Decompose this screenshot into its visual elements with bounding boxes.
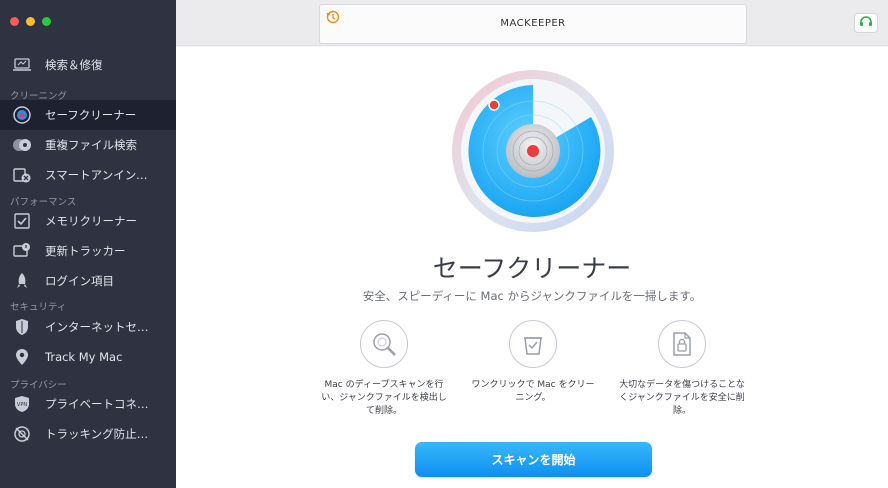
top-bar: MACKEEPER: [176, 0, 888, 46]
section-security: セキュリティ: [10, 302, 67, 313]
duplicates-icon: [12, 135, 32, 155]
sidebar-item-label: メモリクリーナー: [45, 214, 137, 228]
sidebar-item-label: スマートアンインス…: [45, 168, 157, 182]
sidebar-item-label: プライベートコネクタ: [45, 397, 157, 411]
uninstaller-icon: [12, 165, 32, 185]
update-tracker-icon: [12, 241, 32, 261]
minimize-window-button[interactable]: [26, 17, 35, 26]
feature-text: 大切なデータを傷つけることなくジャンクファイルを安全に削除。: [619, 380, 745, 416]
safe-cleaner-icon: [12, 105, 32, 125]
feature-text: ワンクリックで Mac をクリーニング。: [471, 380, 595, 403]
zoom-window-button[interactable]: [42, 17, 51, 26]
start-scan-button[interactable]: スキャンを開始: [415, 442, 652, 477]
window-controls: [10, 17, 51, 26]
memory-checklist-icon: [12, 211, 32, 231]
page-subtitle: 安全、スピーディーに Mac からジャンクファイルを一掃します。: [362, 289, 702, 303]
title-box: MACKEEPER: [319, 4, 747, 44]
feature-text: Mac のディープスキャンを行い、ジャンクファイルを検出して削除。: [321, 380, 447, 416]
feature-one-click: ワンクリックで Mac をクリーニング。: [468, 320, 598, 405]
sidebar-item-duplicates[interactable]: 重複ファイル検索: [0, 130, 176, 160]
sidebar-item-smart-uninstaller[interactable]: スマートアンインス…: [0, 160, 176, 190]
shield-icon: [12, 317, 32, 337]
sidebar-item-label: ログイン項目: [45, 274, 114, 288]
safe-cleaner-radar-icon: [451, 69, 615, 233]
sidebar-item-update-tracker[interactable]: 更新トラッカー: [0, 236, 176, 266]
sidebar-item-safe-cleaner[interactable]: セーフクリーナー: [0, 100, 176, 130]
vpn-shield-icon: VPN: [12, 394, 32, 414]
antitracking-icon: [12, 424, 32, 444]
sidebar-item-label: 検索＆修復: [45, 58, 103, 72]
sidebar-item-label: インターネットセキュ…: [45, 320, 157, 334]
page-title: セーフクリーナー: [432, 254, 632, 283]
sidebar: 検索＆修復 クリーニング セーフクリーナー 重複ファイル検索 スマートアンインス…: [0, 0, 176, 488]
sidebar-item-label: 更新トラッカー: [45, 244, 126, 258]
trash-check-icon: [509, 320, 557, 368]
svg-text:VPN: VPN: [17, 402, 27, 408]
sidebar-item-internet-security[interactable]: インターネットセキュ…: [0, 312, 176, 342]
laptop-icon: [12, 55, 32, 75]
sidebar-item-label: トラッキング防止ソフト: [45, 427, 157, 441]
main-content: セーフクリーナー 安全、スピーディーに Mac からジャンクファイルを一掃します…: [176, 47, 888, 488]
sidebar-item-track-my-mac[interactable]: Track My Mac: [0, 342, 176, 372]
sidebar-item-login-items[interactable]: ログイン項目: [0, 266, 176, 296]
feature-deep-scan: Mac のディープスキャンを行い、ジャンクファイルを検出して削除。: [319, 320, 449, 418]
sidebar-item-memory-cleaner[interactable]: メモリクリーナー: [0, 206, 176, 236]
rocket-icon: [12, 271, 32, 291]
sidebar-item-label: 重複ファイル検索: [45, 138, 137, 152]
locked-file-icon: [658, 320, 706, 368]
close-window-button[interactable]: [10, 17, 19, 26]
sidebar-item-private-connect[interactable]: VPN プライベートコネクタ: [0, 389, 176, 419]
feature-safe-delete: 大切なデータを傷つけることなくジャンクファイルを安全に削除。: [617, 320, 747, 418]
sidebar-item-label: セーフクリーナー: [45, 108, 137, 122]
sidebar-item-scan-fix[interactable]: 検索＆修復: [0, 50, 176, 80]
headset-icon: [859, 14, 873, 33]
sidebar-item-antitracking[interactable]: トラッキング防止ソフト: [0, 419, 176, 449]
support-button[interactable]: [854, 13, 878, 33]
location-pin-icon: [12, 347, 32, 367]
magnifier-icon: [360, 320, 408, 368]
brand-title: MACKEEPER: [500, 18, 566, 29]
sidebar-item-label: Track My Mac: [45, 350, 123, 364]
